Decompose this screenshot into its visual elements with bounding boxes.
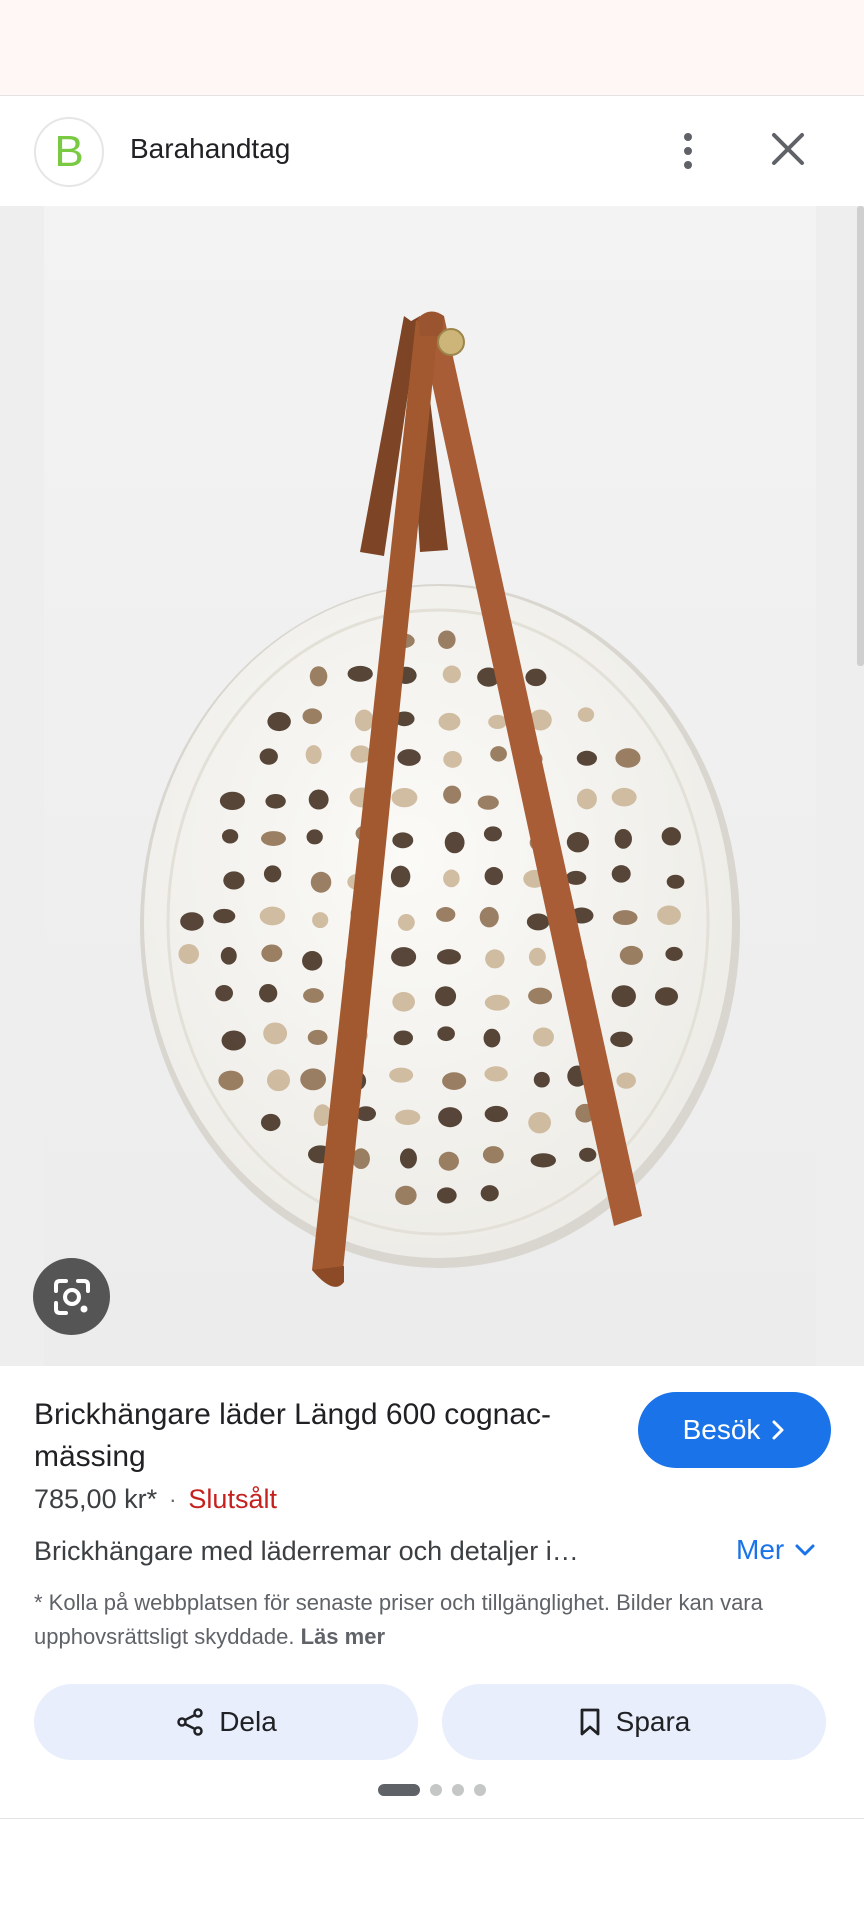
share-button[interactable]: Dela — [34, 1684, 418, 1760]
share-label: Dela — [219, 1706, 277, 1737]
disclaimer-text: * Kolla på webbplatsen för senaste prise… — [34, 1590, 763, 1649]
pager-dot[interactable] — [452, 1784, 464, 1796]
divider — [0, 1818, 864, 1819]
tray-hanger-illustration — [140, 311, 740, 1287]
stock-status: Slutsålt — [188, 1484, 277, 1514]
save-label: Spara — [615, 1706, 691, 1737]
site-name[interactable]: Barahandtag — [130, 133, 290, 165]
pager-dot[interactable] — [430, 1784, 442, 1796]
save-button[interactable]: Spara — [442, 1684, 826, 1760]
google-lens-icon — [53, 1278, 90, 1315]
share-icon — [177, 1708, 203, 1736]
visit-button[interactable]: Besök — [638, 1392, 831, 1468]
more-vert-icon — [684, 133, 692, 141]
read-more-link[interactable]: Läs mer — [301, 1624, 385, 1649]
pager-dot-active[interactable] — [378, 1784, 420, 1796]
chevron-down-icon — [795, 1544, 815, 1556]
close-icon — [772, 133, 804, 165]
disclaimer: * Kolla på webbplatsen för senaste prise… — [34, 1586, 834, 1654]
scrollbar[interactable] — [857, 206, 864, 666]
more-button[interactable]: Mer — [736, 1534, 816, 1566]
more-options-button[interactable] — [668, 121, 708, 181]
bookmark-icon — [580, 1708, 600, 1736]
price: 785,00 kr* — [34, 1484, 158, 1514]
visit-label: Besök — [682, 1414, 761, 1445]
separator: · — [169, 1486, 177, 1512]
site-logo[interactable]: B — [34, 117, 104, 187]
close-button[interactable] — [762, 123, 814, 175]
chevron-right-icon — [772, 1420, 784, 1440]
image-pager[interactable] — [378, 1784, 486, 1796]
google-lens-button[interactable] — [33, 1258, 110, 1335]
product-description: Brickhängare med läderremar och detaljer… — [34, 1536, 579, 1566]
product-info-panel: Brickhängare läder Längd 600 cognac-mäss… — [0, 1366, 864, 1816]
logo-letter: B — [54, 127, 84, 176]
product-image-area[interactable] — [0, 206, 864, 1366]
more-label: Mer — [736, 1534, 785, 1565]
sheet-header: B Barahandtag — [0, 97, 864, 206]
pager-dot[interactable] — [474, 1784, 486, 1796]
price-row: 785,00 kr* · Slutsålt — [34, 1484, 277, 1515]
product-photo — [44, 206, 816, 1366]
product-title[interactable]: Brickhängare läder Längd 600 cognac-mäss… — [34, 1394, 594, 1478]
status-bar-area — [0, 0, 864, 96]
